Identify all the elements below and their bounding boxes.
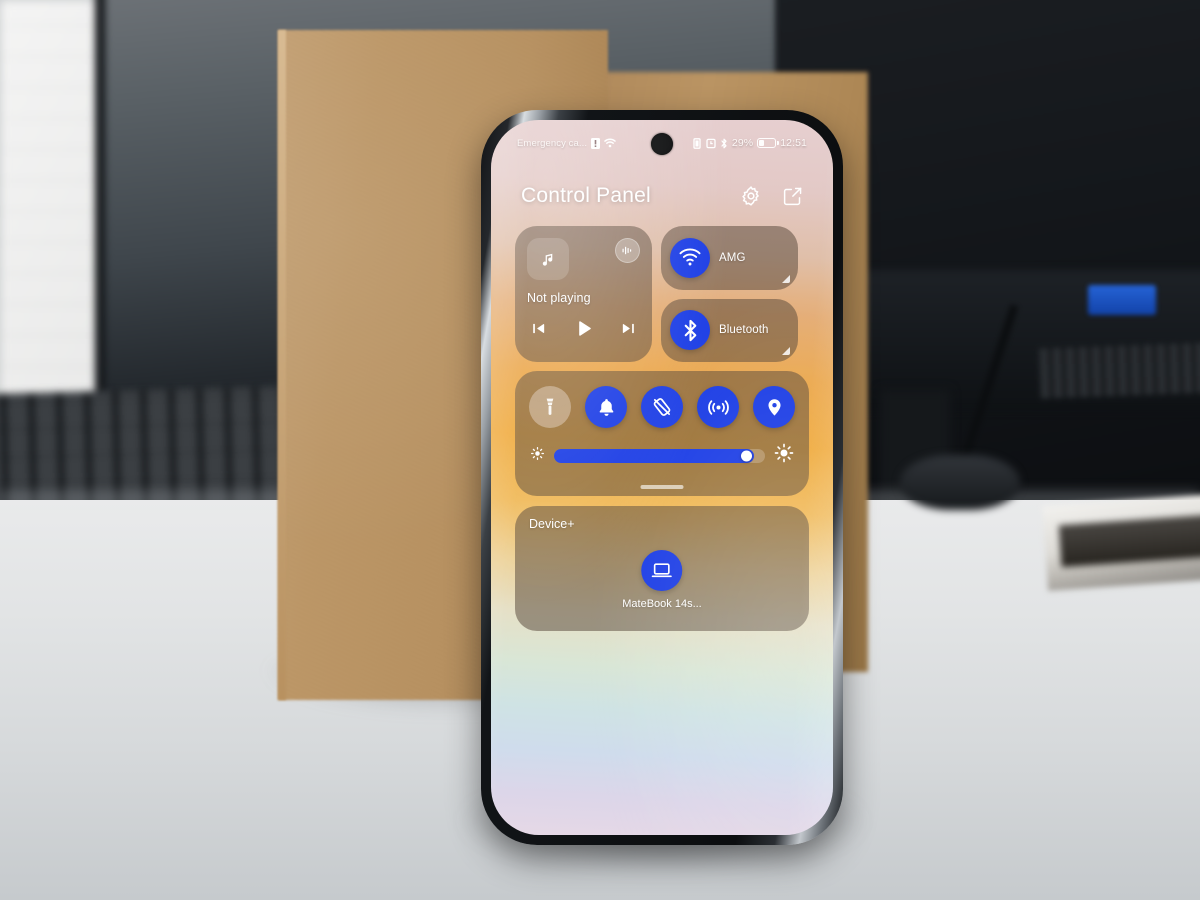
status-bar-right: 29% 12:51: [692, 137, 807, 149]
play-icon[interactable]: [572, 317, 595, 345]
media-player-card[interactable]: Not playing: [515, 226, 652, 362]
edit-square-icon[interactable]: [782, 186, 803, 207]
brightness-low-icon: [530, 446, 545, 466]
brightness-high-icon: [774, 443, 794, 468]
control-panel-header: Control Panel: [491, 178, 833, 214]
device-name-label: MateBook 14s...: [622, 598, 702, 610]
bluetooth-icon: [720, 138, 728, 149]
hotspot-toggle[interactable]: [697, 386, 739, 428]
quick-toggles-row: [527, 386, 797, 428]
quick-toggles-card: [515, 371, 809, 496]
battery-percent-label: 29%: [731, 137, 754, 149]
page-title: Control Panel: [521, 184, 651, 207]
rotation-lock-toggle[interactable]: [641, 386, 683, 428]
ringer-toggle[interactable]: [585, 386, 627, 428]
bluetooth-label: Bluetooth: [719, 324, 769, 337]
flashlight-toggle[interactable]: [529, 386, 571, 428]
smartphone: Emergency ca... 29% 12:51 Control Panel …: [463, 110, 863, 870]
bluetooth-tile[interactable]: Bluetooth: [661, 298, 798, 362]
music-note-icon: [527, 238, 569, 280]
wifi-network-label: AMG: [719, 251, 746, 264]
wifi-icon[interactable]: [670, 237, 710, 278]
media-controls: [527, 317, 640, 345]
carrier-label: Emergency ca...: [517, 137, 588, 149]
sim-alert-icon: [591, 137, 601, 149]
top-row: Not playing AMG Bluetooth: [515, 226, 809, 362]
brightness-row: [527, 443, 797, 468]
media-card-top: [527, 238, 640, 280]
device-item[interactable]: MateBook 14s...: [622, 550, 702, 610]
laptop-icon[interactable]: [641, 550, 683, 591]
battery-icon: [757, 138, 779, 148]
clock-label: 12:51: [780, 137, 807, 149]
skip-previous-icon[interactable]: [530, 320, 547, 342]
panel-drag-handle[interactable]: [640, 484, 684, 489]
expand-corner-icon[interactable]: [782, 347, 790, 355]
expand-corner-icon[interactable]: [782, 274, 790, 283]
control-panel-body: Not playing AMG Bluetooth Device+ MateBo…: [491, 226, 833, 631]
cardboard-box-edge: [278, 30, 286, 700]
brightness-slider-handle[interactable]: [741, 450, 753, 461]
location-toggle[interactable]: [753, 386, 795, 428]
status-bar-left: Emergency ca...: [517, 137, 616, 149]
audio-output-icon[interactable]: [615, 238, 640, 263]
brightness-slider-fill: [554, 448, 755, 463]
front-camera-punch-hole: [651, 133, 673, 155]
bluetooth-icon[interactable]: [670, 310, 710, 351]
header-actions: [740, 185, 803, 207]
alarm-icon: [706, 138, 716, 149]
device-plus-card[interactable]: Device+ MateBook 14s...: [515, 506, 809, 631]
mouse: [900, 455, 1020, 510]
device-plus-title: Device+: [529, 517, 575, 531]
brightness-slider[interactable]: [554, 448, 765, 463]
media-status-label: Not playing: [527, 291, 591, 305]
vibrate-icon: [692, 137, 702, 149]
wifi-icon: [604, 138, 616, 148]
monitor-blue-indicator: [1088, 285, 1156, 315]
wifi-tile[interactable]: AMG: [661, 226, 798, 290]
gear-icon[interactable]: [740, 185, 762, 207]
phone-screen[interactable]: Emergency ca... 29% 12:51 Control Panel …: [491, 120, 833, 835]
skip-next-icon[interactable]: [620, 320, 637, 342]
connectivity-column: AMG Bluetooth: [661, 226, 798, 362]
background-keyboard-right: [1039, 341, 1200, 399]
